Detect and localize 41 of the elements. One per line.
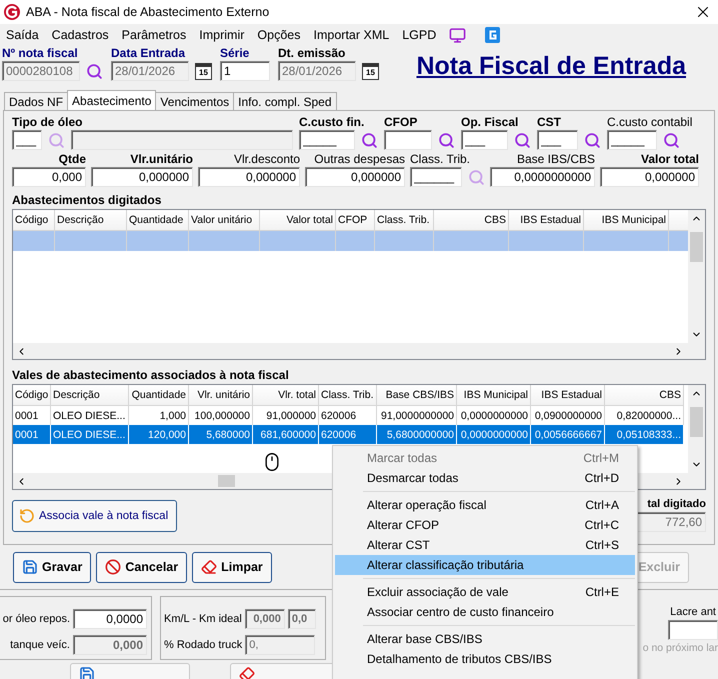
field-label: Tipo de óleo <box>12 115 84 129</box>
table-cell: 681,600000 <box>253 425 319 444</box>
field-label: CST <box>537 115 562 129</box>
field-label: Qtde <box>58 152 86 166</box>
field-label: Série <box>220 46 250 60</box>
section-title: Vales de abastecimento associados à nota fiscal <box>12 368 290 382</box>
field-label: Class. Trib. <box>410 152 472 166</box>
field-label: C.custo fin. <box>299 115 366 129</box>
field-label: Km/L - Km ideal <box>164 613 242 625</box>
field-label: Lacre ant <box>670 606 716 618</box>
table-cell: 5,680000 <box>189 425 253 444</box>
table-cell: 0,0000000000 <box>457 425 531 444</box>
hint-text: o no próximo lar <box>642 642 718 654</box>
field-label: Data Entrada <box>111 46 186 60</box>
field-label: Op. Fiscal <box>461 115 520 129</box>
table-cell: 620006 <box>319 425 377 444</box>
field-label: or óleo repos. <box>2 613 70 625</box>
field-label: tal digitado <box>647 498 706 510</box>
field-label: Vlr.unitário <box>130 152 193 166</box>
field-label: Outras despesas <box>314 152 405 166</box>
window-title: ABA - Nota fiscal de Abastecimento Externo <box>26 5 270 19</box>
table-cell: 0,0056666667 <box>531 425 605 444</box>
page-heading: Nota Fiscal de Entrada <box>416 52 686 81</box>
table-cell: 620006 <box>319 406 377 425</box>
section-title: Abastecimentos digitados <box>12 193 162 207</box>
table-cell: OLEO DIESE... <box>51 425 129 444</box>
field-label: % Rodado truck <box>164 639 242 651</box>
field-label: tanque veíc. <box>10 639 70 651</box>
table-cell: 5,6800000000 <box>377 425 457 444</box>
table-cell: 0,05108333... <box>605 425 684 444</box>
field-label: Vlr.desconto <box>234 152 300 166</box>
field-label: CFOP <box>384 115 418 129</box>
field-label: Valor total <box>640 152 699 166</box>
field-label: C.custo contabil <box>607 115 692 129</box>
table-cell: 120,000 <box>129 425 189 444</box>
table-cell: 0001 <box>13 425 51 444</box>
field-label: Nº nota fiscal <box>2 46 79 60</box>
table-cell: OLEO DIESE... <box>51 406 129 425</box>
field-label: Dt. emissão <box>278 46 346 60</box>
table-cell: 0001 <box>13 406 51 425</box>
field-label: Base IBS/CBS <box>516 152 595 166</box>
